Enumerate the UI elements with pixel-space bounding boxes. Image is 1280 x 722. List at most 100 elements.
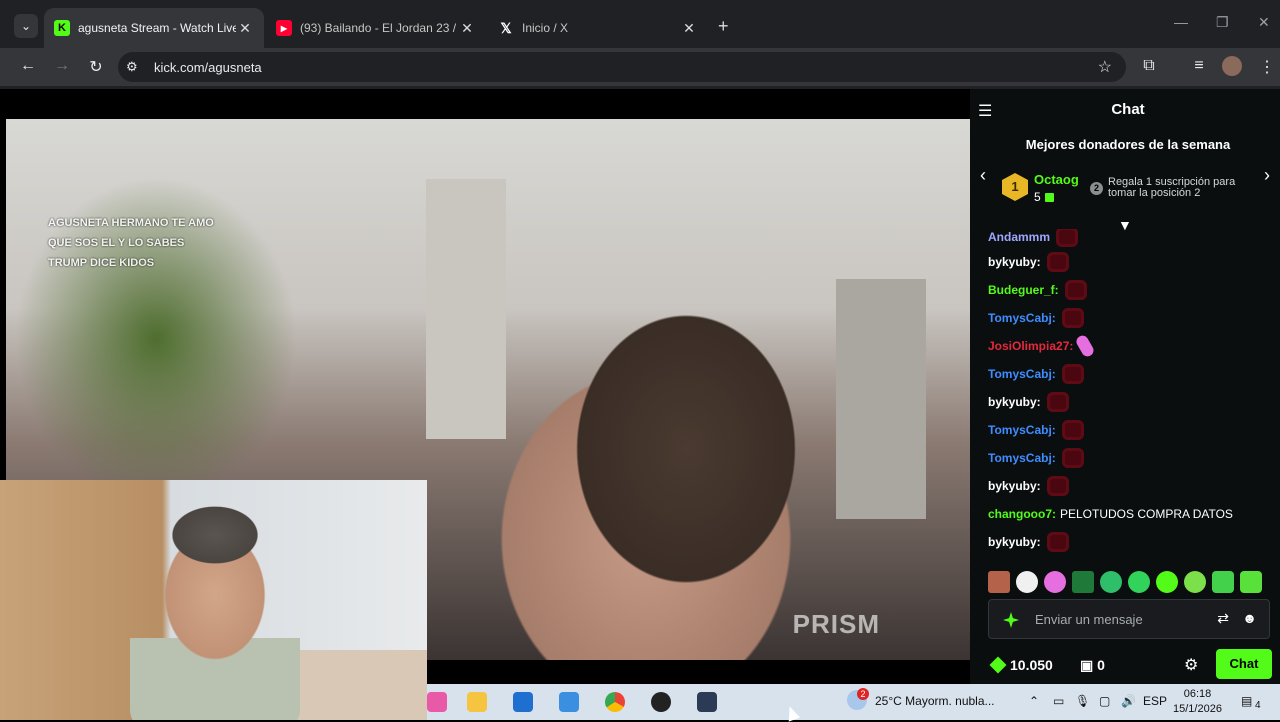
- tab-youtube[interactable]: ▶ (93) Bailando - El Jordan 23 / St ✕: [266, 8, 486, 48]
- close-window-icon[interactable]: ✕: [1258, 14, 1270, 31]
- emoji-icon[interactable]: ☻: [1242, 610, 1257, 626]
- chevron-right-icon[interactable]: ›: [1264, 165, 1270, 186]
- chat-username[interactable]: bykyuby:: [988, 255, 1041, 269]
- chat-username[interactable]: TomysCabj:: [988, 367, 1056, 381]
- site-info-icon[interactable]: ⚙: [126, 59, 138, 75]
- gear-icon[interactable]: ⚙: [1184, 655, 1198, 675]
- time-text: 06:18: [1183, 688, 1212, 700]
- chat-username[interactable]: TomysCabj:: [988, 311, 1056, 325]
- obs-icon[interactable]: [651, 692, 671, 712]
- send-chat-button[interactable]: Chat: [1216, 649, 1272, 679]
- forward-icon[interactable]: →: [51, 57, 73, 75]
- sub-badge-icon: [1056, 229, 1079, 247]
- taskbar: 2 25°C Mayorm. nubla... ⌃ ▭ 🎙 ▢ 🔊 ESP 06…: [427, 684, 1280, 720]
- chevron-left-icon[interactable]: ‹: [980, 165, 986, 186]
- maximize-icon[interactable]: ❐: [1216, 14, 1229, 31]
- chat-message: changooo7: PELOTUDOS COMPRA DATOS: [988, 500, 1233, 528]
- notification-count: 4: [1255, 700, 1261, 711]
- chat-username[interactable]: TomysCabj:: [988, 423, 1056, 437]
- gold-medal-icon: 1: [1002, 173, 1028, 201]
- clock[interactable]: 06:18 15/1/2026: [1173, 687, 1222, 717]
- weather-text[interactable]: 25°C Mayorm. nubla...: [875, 694, 995, 708]
- close-tab-icon[interactable]: ✕: [680, 20, 698, 37]
- chat-input[interactable]: Enviar un mensaje ⇄ ☻: [988, 599, 1270, 639]
- language-indicator[interactable]: ESP: [1143, 694, 1167, 708]
- app-icon[interactable]: [697, 692, 717, 712]
- chat-message: bykyuby:: [988, 248, 1069, 276]
- chat-message: JosiOlimpia27:: [988, 332, 1097, 360]
- chat-username[interactable]: TomysCabj:: [988, 451, 1056, 465]
- emote-icon[interactable]: [1184, 571, 1206, 593]
- chat-username[interactable]: Budeguer_f:: [988, 283, 1059, 297]
- emote-icon[interactable]: [1128, 571, 1150, 593]
- chat-message: TomysCabj:: [988, 416, 1084, 444]
- notifications-icon[interactable]: ▤: [1241, 694, 1252, 708]
- address-bar[interactable]: ⚙ kick.com/agusneta ☆: [118, 52, 1126, 82]
- reload-icon[interactable]: ↻: [85, 57, 107, 77]
- overlay-line: QUE SOS EL Y LO SABES: [48, 237, 185, 249]
- chat-message: Budeguer_f:: [988, 276, 1087, 304]
- chat-username[interactable]: bykyuby:: [988, 479, 1041, 493]
- chat-username[interactable]: changooo7:: [988, 507, 1056, 521]
- top-donor-count: 5: [1034, 190, 1054, 204]
- tab-search-button[interactable]: ⌄: [14, 14, 38, 38]
- emote-icon[interactable]: [1240, 571, 1262, 593]
- chat-username[interactable]: bykyuby:: [988, 535, 1041, 549]
- sub-badge-icon: [1046, 252, 1069, 272]
- mic-icon[interactable]: 🎙: [1075, 694, 1090, 708]
- chat-username[interactable]: bykyuby:: [988, 395, 1041, 409]
- emote-icon[interactable]: [1016, 571, 1038, 593]
- emote-icon[interactable]: [1072, 571, 1094, 593]
- back-icon[interactable]: ←: [17, 57, 39, 75]
- chat-username[interactable]: JosiOlimpia27:: [988, 339, 1073, 353]
- sparkle-icon[interactable]: [1003, 612, 1019, 628]
- sub-badge-icon: [1061, 308, 1084, 328]
- file-explorer-icon[interactable]: [467, 692, 487, 712]
- kick-icon: K: [54, 20, 70, 36]
- chat-message: TomysCabj:: [988, 360, 1084, 388]
- copilot-icon[interactable]: [427, 692, 447, 712]
- translate-icon[interactable]: ⇄: [1217, 610, 1229, 627]
- donors-title: Mejores donadores de la semana: [1025, 137, 1231, 152]
- chat-message: bykyuby:: [988, 388, 1069, 416]
- media-control-icon[interactable]: ≡: [1188, 57, 1210, 75]
- chrome-icon[interactable]: [605, 692, 625, 712]
- volume-icon[interactable]: 🔊: [1121, 694, 1136, 708]
- top-donor-name[interactable]: Octaog: [1034, 172, 1079, 187]
- emote-icon[interactable]: [988, 571, 1010, 593]
- sub-badge-icon: [1061, 448, 1084, 468]
- camera-icon[interactable]: ▭: [1053, 694, 1064, 708]
- browser-menu-icon[interactable]: ⋮: [1256, 57, 1278, 77]
- emote-icon[interactable]: [1156, 571, 1178, 593]
- overlay-line: TRUMP DICE KIDOS: [48, 257, 155, 269]
- gift-icon: [1044, 193, 1054, 203]
- sub-badge-icon: [1061, 364, 1084, 384]
- tab-x[interactable]: 𝕏 Inicio / X ✕: [488, 8, 708, 48]
- chat-title: Chat: [1111, 101, 1145, 118]
- chat-username[interactable]: Andammm: [988, 230, 1050, 244]
- new-tab-button[interactable]: +: [718, 16, 729, 37]
- bookmark-star-icon[interactable]: ☆: [1098, 57, 1112, 77]
- emote-icon[interactable]: [1044, 571, 1066, 593]
- minimize-icon[interactable]: —: [1174, 14, 1188, 30]
- sub-badge-icon: [1046, 532, 1069, 552]
- kicks-balance[interactable]: ▣ 0: [1080, 657, 1105, 674]
- streamer-figure: [130, 500, 300, 720]
- outlook-icon[interactable]: [559, 692, 579, 712]
- channel-points[interactable]: 10.050: [989, 656, 1053, 674]
- emote-icon[interactable]: [1212, 571, 1234, 593]
- points-icon: [989, 656, 1007, 674]
- chevron-up-icon[interactable]: ⌃: [1029, 694, 1039, 708]
- close-tab-icon[interactable]: ✕: [458, 20, 476, 37]
- emote-icon[interactable]: [1100, 571, 1122, 593]
- store-icon[interactable]: [513, 692, 533, 712]
- tab-strip: ⌄ K agusneta Stream - Watch Live o ✕ ▶ (…: [0, 0, 1280, 48]
- close-tab-icon[interactable]: ✕: [236, 20, 254, 37]
- sub-badge-icon: [1046, 476, 1069, 496]
- network-icon[interactable]: ▢: [1099, 694, 1110, 708]
- profile-avatar[interactable]: [1222, 56, 1242, 76]
- tab-kick[interactable]: K agusneta Stream - Watch Live o ✕: [44, 8, 264, 48]
- youtube-icon: ▶: [276, 20, 292, 36]
- chat-panel: ☰ Chat Mejores donadores de la semana ‹ …: [970, 89, 1280, 684]
- extensions-icon[interactable]: ⧉: [1138, 57, 1160, 75]
